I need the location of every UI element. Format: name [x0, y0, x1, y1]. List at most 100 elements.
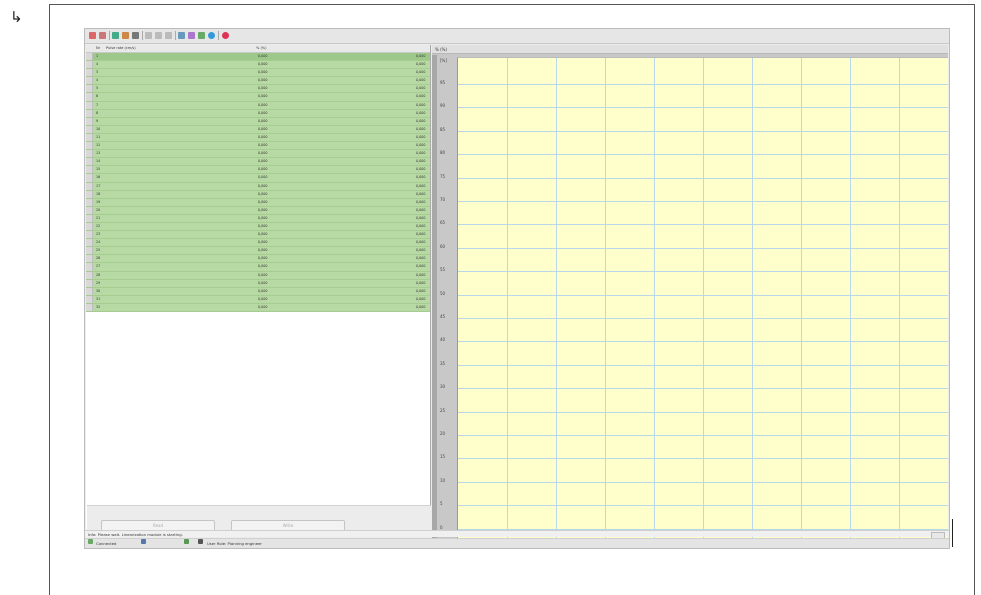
percent-cell[interactable]: 0,000 [416, 102, 425, 109]
plot-area[interactable] [457, 57, 948, 540]
pulse-rate-cell[interactable]: 0,000 [258, 223, 267, 230]
percent-cell[interactable]: 0,000 [416, 118, 425, 125]
row-indicator[interactable] [86, 125, 93, 133]
pulse-rate-cell[interactable]: 0,000 [258, 272, 267, 279]
row-indicator[interactable] [86, 303, 93, 311]
percent-cell[interactable]: 0,000 [416, 223, 425, 230]
percent-cell[interactable]: 0,000 [416, 53, 425, 60]
percent-cell[interactable]: 0,000 [416, 150, 425, 157]
column-header-nr[interactable]: Nr [96, 45, 100, 52]
pulse-rate-cell[interactable]: 0,000 [258, 102, 267, 109]
percent-cell[interactable]: 0,000 [416, 296, 425, 303]
pulse-rate-cell[interactable]: 0,000 [258, 166, 267, 173]
row-indicator[interactable] [86, 279, 93, 287]
pulse-rate-cell[interactable]: 0,000 [258, 93, 267, 100]
table-row[interactable]: 12 0,000 0,000 [86, 142, 430, 151]
row-indicator[interactable] [86, 239, 93, 247]
percent-cell[interactable]: 0,000 [416, 255, 425, 262]
pulse-rate-cell[interactable]: 0,000 [258, 150, 267, 157]
refresh-icon[interactable] [198, 32, 205, 39]
percent-cell[interactable]: 0,000 [416, 69, 425, 76]
percent-cell[interactable]: 0,000 [416, 207, 425, 214]
pulse-rate-cell[interactable]: 0,000 [258, 231, 267, 238]
row-indicator[interactable] [86, 247, 93, 255]
pulse-rate-cell[interactable]: 0,000 [258, 134, 267, 141]
percent-cell[interactable]: 0,000 [416, 93, 425, 100]
row-indicator[interactable] [86, 77, 93, 85]
export-icon[interactable] [188, 32, 195, 39]
percent-cell[interactable]: 0,000 [416, 142, 425, 149]
row-indicator[interactable] [86, 231, 93, 239]
row-indicator[interactable] [86, 158, 93, 166]
row-indicator[interactable] [86, 150, 93, 158]
row-indicator[interactable] [86, 287, 93, 295]
table-row[interactable]: 30 0,000 0,000 [86, 287, 430, 296]
row-indicator[interactable] [86, 109, 93, 117]
percent-cell[interactable]: 0,000 [416, 247, 425, 254]
table-row[interactable]: 1 0,000 0,000 [86, 53, 430, 62]
row-indicator[interactable] [86, 182, 93, 190]
table-row[interactable]: 4 0,000 0,000 [86, 77, 430, 86]
pulse-rate-cell[interactable]: 0,000 [258, 296, 267, 303]
pulse-rate-cell[interactable]: 0,000 [258, 247, 267, 254]
pulse-rate-cell[interactable]: 0,000 [258, 191, 267, 198]
pulse-rate-cell[interactable]: 0,000 [258, 77, 267, 84]
percent-cell[interactable]: 0,000 [416, 183, 425, 190]
copy-icon[interactable] [145, 32, 152, 39]
help-icon[interactable] [222, 32, 229, 39]
table-row[interactable]: 13 0,000 0,000 [86, 150, 430, 159]
pulse-rate-cell[interactable]: 0,000 [258, 69, 267, 76]
table-row[interactable]: 28 0,000 0,000 [86, 271, 430, 280]
row-indicator[interactable] [86, 117, 93, 125]
pulse-rate-cell[interactable]: 0,000 [258, 126, 267, 133]
paste-icon[interactable] [155, 32, 162, 39]
info-icon[interactable] [208, 32, 215, 39]
pulse-rate-cell[interactable]: 0,000 [258, 61, 267, 68]
percent-cell[interactable]: 0,000 [416, 166, 425, 173]
table-row[interactable]: 18 0,000 0,000 [86, 190, 430, 199]
table-row[interactable]: 23 0,000 0,000 [86, 231, 430, 240]
table-row[interactable]: 25 0,000 0,000 [86, 247, 430, 256]
percent-cell[interactable]: 0,000 [416, 215, 425, 222]
table-row[interactable]: 14 0,000 0,000 [86, 158, 430, 167]
pulse-rate-cell[interactable]: 0,000 [258, 183, 267, 190]
percent-cell[interactable]: 0,000 [416, 191, 425, 198]
percent-cell[interactable]: 0,000 [416, 304, 425, 311]
percent-cell[interactable]: 0,000 [416, 77, 425, 84]
pulse-rate-cell[interactable]: 0,000 [258, 118, 267, 125]
percent-cell[interactable]: 0,000 [416, 272, 425, 279]
pulse-rate-cell[interactable]: 0,000 [258, 304, 267, 311]
pulse-rate-cell[interactable]: 0,000 [258, 199, 267, 206]
percent-cell[interactable]: 0,000 [416, 126, 425, 133]
pulse-rate-cell[interactable]: 0,000 [258, 110, 267, 117]
table-icon[interactable] [112, 32, 119, 39]
row-indicator[interactable] [86, 222, 93, 231]
pulse-rate-cell[interactable]: 0,000 [258, 174, 267, 181]
row-indicator[interactable] [86, 271, 93, 279]
pulse-rate-cell[interactable]: 0,000 [258, 215, 267, 222]
pulse-rate-cell[interactable]: 0,000 [258, 207, 267, 214]
table-row[interactable]: 27 0,000 0,000 [86, 263, 430, 272]
table-row[interactable]: 10 0,000 0,000 [86, 125, 430, 134]
table-row[interactable]: 17 0,000 0,000 [86, 182, 430, 191]
table-row[interactable]: 26 0,000 0,000 [86, 255, 430, 264]
percent-cell[interactable]: 0,000 [416, 85, 425, 92]
percent-cell[interactable]: 0,000 [416, 288, 425, 295]
table-row[interactable]: 22 0,000 0,000 [86, 222, 430, 232]
table-row[interactable]: 16 0,000 0,000 [86, 174, 430, 183]
percent-cell[interactable]: 0,000 [416, 174, 425, 181]
percent-cell[interactable]: 0,000 [416, 231, 425, 238]
row-indicator[interactable] [86, 255, 93, 263]
table-row[interactable]: 24 0,000 0,000 [86, 239, 430, 248]
chart-icon[interactable] [122, 32, 129, 39]
percent-cell[interactable]: 0,000 [416, 134, 425, 141]
row-indicator[interactable] [86, 206, 93, 214]
row-indicator[interactable] [86, 190, 93, 198]
row-indicator[interactable] [86, 61, 93, 69]
pulse-rate-cell[interactable]: 0,000 [258, 53, 267, 60]
table-row[interactable]: 8 0,000 0,000 [86, 109, 430, 118]
pulse-rate-cell[interactable]: 0,000 [258, 263, 267, 270]
pulse-rate-cell[interactable]: 0,000 [258, 158, 267, 165]
table-row[interactable]: 31 0,000 0,000 [86, 295, 430, 304]
percent-cell[interactable]: 0,000 [416, 263, 425, 270]
